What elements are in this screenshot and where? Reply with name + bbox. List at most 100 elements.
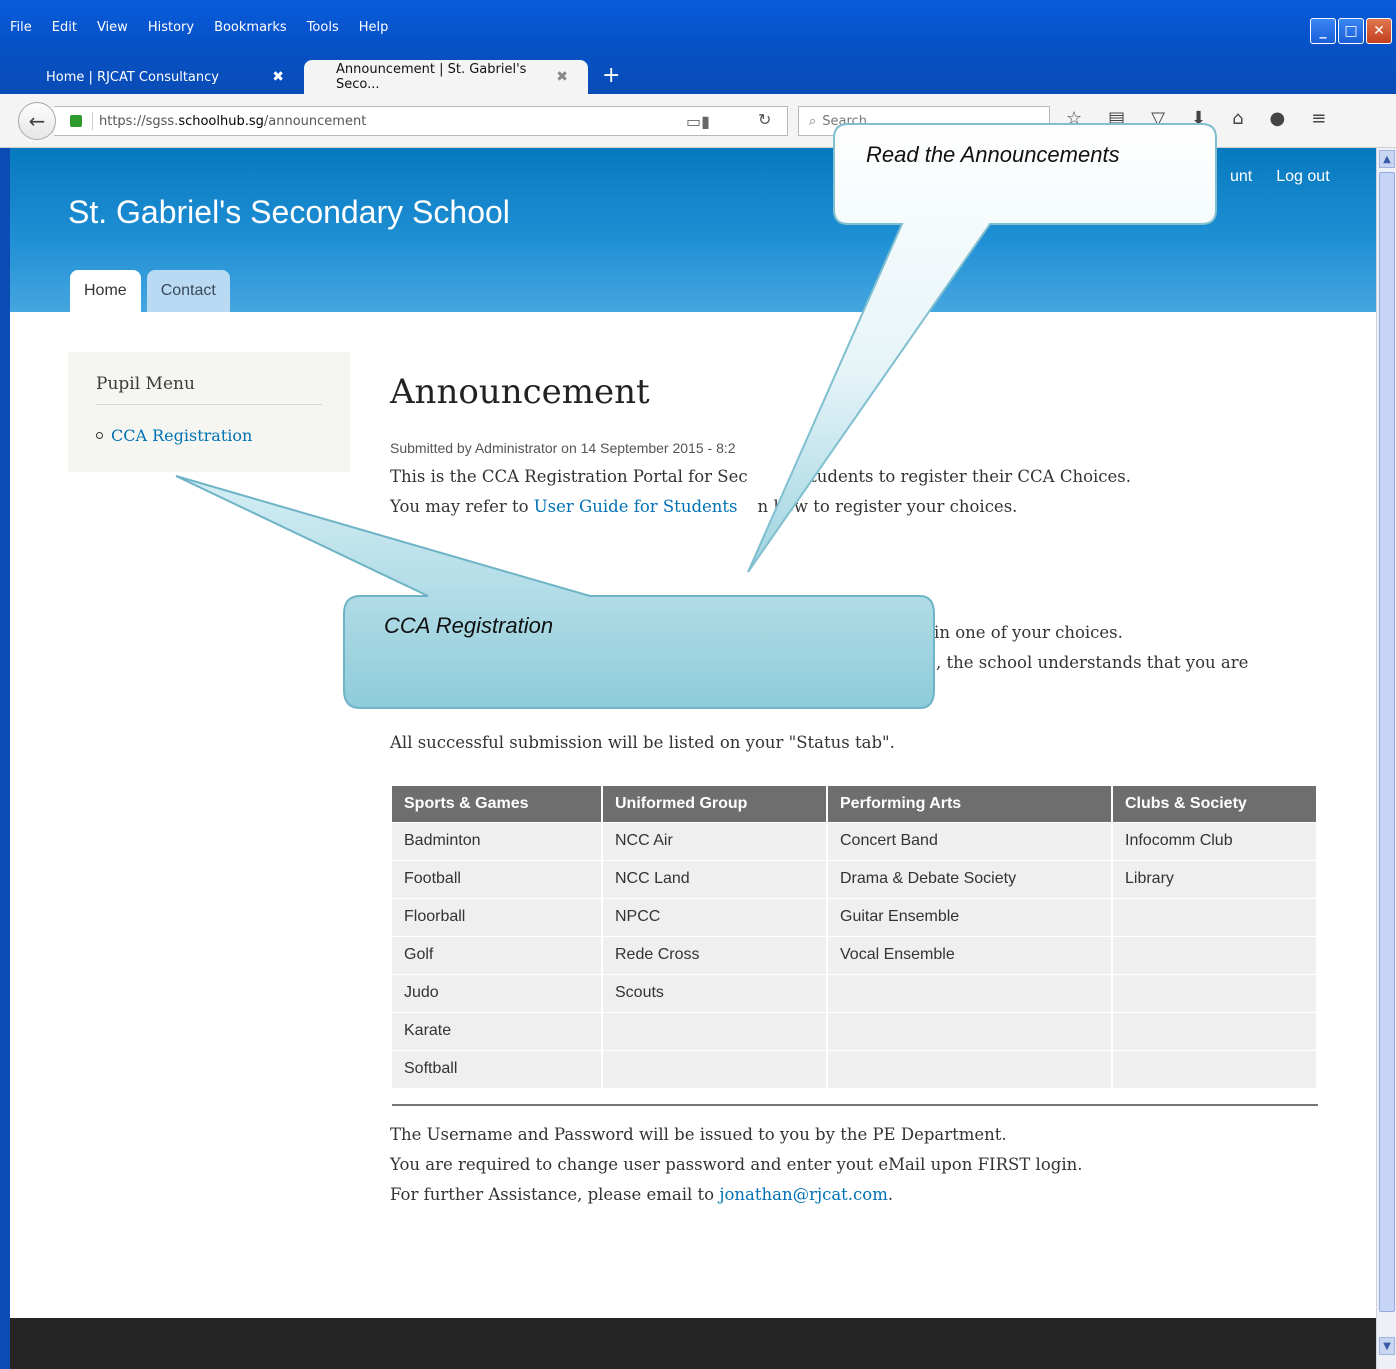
login-line-2: You are required to change user password… bbox=[390, 1155, 1083, 1174]
instruction-text: in one of your choices. bbox=[928, 623, 1123, 642]
site-header: St. Gabriel's Secondary School unt Log o… bbox=[10, 148, 1376, 312]
reload-icon[interactable]: ↻ bbox=[758, 110, 771, 129]
intro-text: You may refer to bbox=[390, 497, 534, 516]
table-row: Judo Scouts bbox=[392, 973, 1318, 1012]
intro-text: n how to register your choices. bbox=[757, 497, 1018, 516]
address-bar[interactable]: https://sgss.schoolhub.sg/announcement bbox=[54, 106, 788, 136]
table-cell bbox=[1112, 1011, 1318, 1050]
user-menu: unt Log out bbox=[1230, 168, 1330, 186]
back-button[interactable]: ← bbox=[18, 102, 56, 140]
tab-label: Home | RJCAT Consultancy bbox=[46, 69, 219, 85]
menu-bookmarks[interactable]: Bookmarks bbox=[214, 20, 287, 40]
site-name[interactable]: St. Gabriel's Secondary School bbox=[68, 194, 510, 231]
pupil-menu-block: Pupil Menu CCA Registration bbox=[68, 352, 350, 472]
tab-close-icon[interactable]: ✖ bbox=[556, 69, 568, 85]
table-cell bbox=[1112, 1049, 1318, 1088]
log-out-link[interactable]: Log out bbox=[1276, 168, 1329, 186]
table-cell: Karate bbox=[392, 1011, 603, 1050]
submitted-info: Submitted by Administrator on 14 Septemb… bbox=[390, 440, 736, 456]
table-cell bbox=[602, 1049, 828, 1088]
table-cell bbox=[1112, 897, 1318, 936]
minimize-icon[interactable]: _ bbox=[1310, 18, 1336, 44]
login-text: For further Assistance, please email to bbox=[390, 1185, 720, 1204]
intro-line-1: This is the CCA Registration Portal for … bbox=[390, 462, 1320, 492]
status-note: All successful submission will be listed… bbox=[390, 733, 895, 752]
column-header: Clubs & Society bbox=[1112, 786, 1318, 822]
table-cell: Guitar Ensemble bbox=[827, 897, 1113, 936]
url-prefix: https://sgss. bbox=[99, 113, 179, 129]
user-guide-link[interactable]: User Guide for Students bbox=[534, 497, 738, 516]
window-left-edge bbox=[0, 148, 10, 1369]
hamburger-menu-icon[interactable]: ≡ bbox=[1311, 108, 1326, 129]
table-cell bbox=[827, 1049, 1113, 1088]
tab-announcement[interactable]: Announcement | St. Gabriel's Seco... ✖ bbox=[304, 60, 588, 94]
close-window-icon[interactable]: ✕ bbox=[1366, 18, 1392, 44]
navigation-toolbar: https://sgss.schoolhub.sg/announcement ←… bbox=[0, 94, 1396, 148]
menu-tools[interactable]: Tools bbox=[307, 20, 339, 40]
underlined-text: A bbox=[916, 623, 929, 642]
table-cell bbox=[602, 1011, 828, 1050]
table-cell: Library bbox=[1112, 859, 1318, 898]
scroll-thumb[interactable] bbox=[1379, 172, 1395, 1312]
clipboard-icon[interactable]: ▤ bbox=[1108, 108, 1125, 129]
divider bbox=[392, 1104, 1318, 1106]
browser-tabs: Home | RJCAT Consultancy ✖ Announcement … bbox=[14, 56, 620, 94]
table-cell: Golf bbox=[392, 935, 603, 974]
column-header: Sports & Games bbox=[392, 786, 603, 822]
table-cell: Rede Cross bbox=[602, 935, 828, 974]
scroll-up-icon[interactable]: ▲ bbox=[1379, 150, 1395, 168]
window-controls: _ □ ✕ bbox=[1310, 18, 1392, 44]
page-viewport: St. Gabriel's Secondary School unt Log o… bbox=[10, 148, 1376, 1369]
main-menu: Home Contact bbox=[70, 270, 230, 312]
my-account-link[interactable]: unt bbox=[1230, 168, 1252, 186]
star-icon[interactable]: ☆ bbox=[1066, 108, 1082, 129]
menu-file[interactable]: File bbox=[10, 20, 32, 40]
table-cell bbox=[1112, 935, 1318, 974]
search-input[interactable]: ⌕ Search bbox=[798, 106, 1050, 136]
menu-help[interactable]: Help bbox=[359, 20, 389, 40]
maximize-icon[interactable]: □ bbox=[1338, 18, 1364, 44]
instruction-line-2: , the school understands that you are bbox=[936, 653, 1249, 672]
pocket-icon[interactable]: ▽ bbox=[1151, 108, 1165, 129]
home-icon[interactable]: ⌂ bbox=[1232, 108, 1243, 129]
back-arrow-icon: ← bbox=[28, 109, 46, 133]
bullet-icon bbox=[96, 432, 103, 439]
table-cell: NPCC bbox=[602, 897, 828, 936]
menu-bar: File Edit View History Bookmarks Tools H… bbox=[10, 20, 408, 40]
tab-home[interactable]: Home bbox=[70, 270, 141, 312]
table-cell bbox=[827, 1011, 1113, 1050]
intro-text: This is the CCA Registration Portal for … bbox=[390, 467, 753, 486]
email-link[interactable]: jonathan@rjcat.com bbox=[719, 1185, 888, 1204]
intro-paragraph: This is the CCA Registration Portal for … bbox=[390, 462, 1320, 522]
table-row: Football NCC Land Drama & Debate Society Li… bbox=[392, 859, 1318, 898]
table-row: Karate bbox=[392, 1011, 1318, 1050]
download-icon[interactable]: ⬇ bbox=[1191, 108, 1206, 129]
vertical-scrollbar[interactable]: ▲ ▼ bbox=[1376, 148, 1396, 1369]
table-row: Badminton NCC Air Concert Band Infocomm Clu… bbox=[392, 821, 1318, 860]
table-cell bbox=[1112, 973, 1318, 1012]
table-cell: Badminton bbox=[392, 821, 603, 860]
url-domain: schoolhub.sg bbox=[178, 113, 264, 129]
table-cell: Drama & Debate Society bbox=[827, 859, 1113, 898]
reader-view-icon[interactable]: ▭▮ bbox=[686, 112, 710, 131]
tab-rjcat-home[interactable]: Home | RJCAT Consultancy ✖ bbox=[14, 60, 304, 94]
lock-icon bbox=[70, 115, 82, 127]
sidebar-item-cca-registration[interactable]: CCA Registration bbox=[96, 426, 252, 445]
new-tab-button[interactable]: + bbox=[602, 63, 620, 88]
menu-view[interactable]: View bbox=[97, 20, 128, 40]
tab-contact[interactable]: Contact bbox=[146, 270, 230, 312]
column-header: Uniformed Group bbox=[602, 786, 828, 822]
menu-edit[interactable]: Edit bbox=[52, 20, 77, 40]
chat-icon[interactable]: ● bbox=[1270, 108, 1286, 129]
url-text: https://sgss.schoolhub.sg/announcement bbox=[99, 114, 366, 129]
menu-history[interactable]: History bbox=[148, 20, 194, 40]
login-info-paragraph: The Username and Password will be issued… bbox=[390, 1120, 1082, 1210]
table-row: Floorball NPCC Guitar Ensemble bbox=[392, 897, 1318, 936]
scroll-down-icon[interactable]: ▼ bbox=[1379, 1337, 1395, 1355]
tab-close-icon[interactable]: ✖ bbox=[272, 69, 284, 85]
table-cell: NCC Air bbox=[602, 821, 828, 860]
table-cell: Softball bbox=[392, 1049, 603, 1088]
login-text: . bbox=[887, 1185, 894, 1204]
browser-title-bar: File Edit View History Bookmarks Tools H… bbox=[0, 0, 1396, 102]
table-cell bbox=[827, 973, 1113, 1012]
